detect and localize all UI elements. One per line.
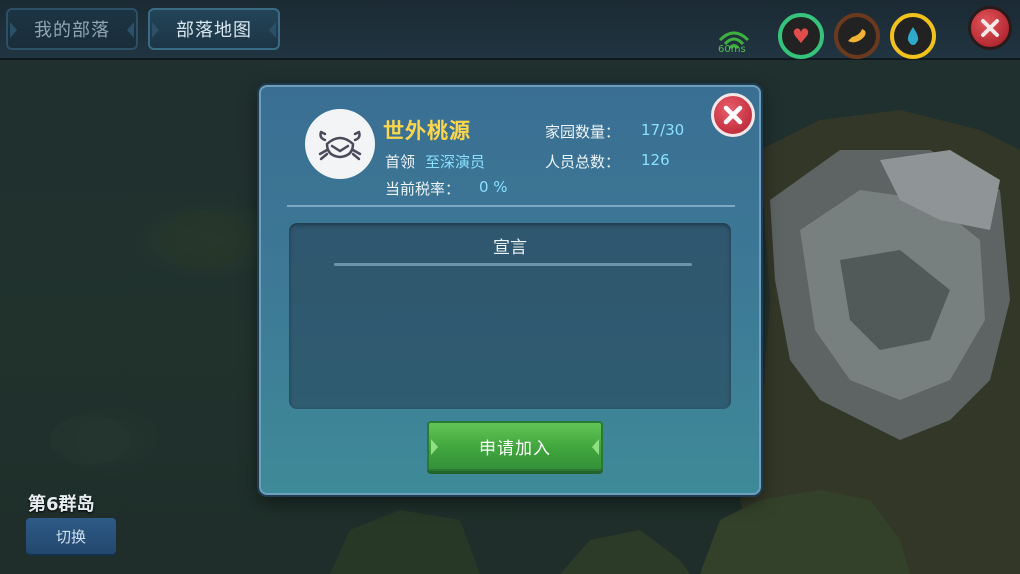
tab-my-tribe[interactable]: 我的部落: [6, 8, 138, 50]
health-stat[interactable]: ♥: [778, 13, 824, 59]
dialog-close-button[interactable]: [711, 93, 755, 137]
tab-tribe-map[interactable]: 部落地图: [148, 8, 280, 50]
water-icon: [907, 27, 919, 45]
exit-button[interactable]: [968, 6, 1012, 50]
divider: [287, 205, 735, 207]
tax-label: 当前税率：: [385, 180, 461, 198]
homes-value: 17/30: [641, 121, 685, 139]
members-value: 126: [641, 151, 670, 169]
tribe-info-dialog: 世外桃源 首领 至深演员 当前税率： 0 % 家园数量： 17/30 人员总数：…: [259, 85, 761, 495]
island-label: 第6群岛: [28, 494, 95, 515]
members-label: 人员总数：: [545, 153, 621, 171]
close-icon: [981, 19, 999, 37]
crab-icon: [318, 130, 362, 161]
tribe-emblem: [305, 109, 375, 179]
food-icon: [848, 29, 866, 43]
ping-text: 60ms: [718, 44, 746, 55]
heart-icon: ♥: [792, 24, 810, 48]
declaration-panel: 宣言: [289, 223, 731, 409]
leader-label: 首领: [385, 153, 416, 171]
switch-island-button[interactable]: 切换: [26, 518, 116, 554]
leader-name: 至深演员: [425, 153, 486, 171]
declaration-divider: [334, 263, 692, 266]
apply-join-button[interactable]: 申请加入: [427, 421, 603, 471]
homes-label: 家园数量：: [545, 123, 621, 141]
food-stat[interactable]: [834, 13, 880, 59]
tax-value: 0 %: [479, 178, 508, 196]
declaration-title: 宣言: [493, 238, 527, 258]
water-stat[interactable]: [890, 13, 936, 59]
top-bar: 我的部落 部落地图 60ms ♥: [0, 0, 1020, 60]
close-icon: [723, 105, 743, 125]
tribe-name: 世外桃源: [383, 119, 471, 143]
